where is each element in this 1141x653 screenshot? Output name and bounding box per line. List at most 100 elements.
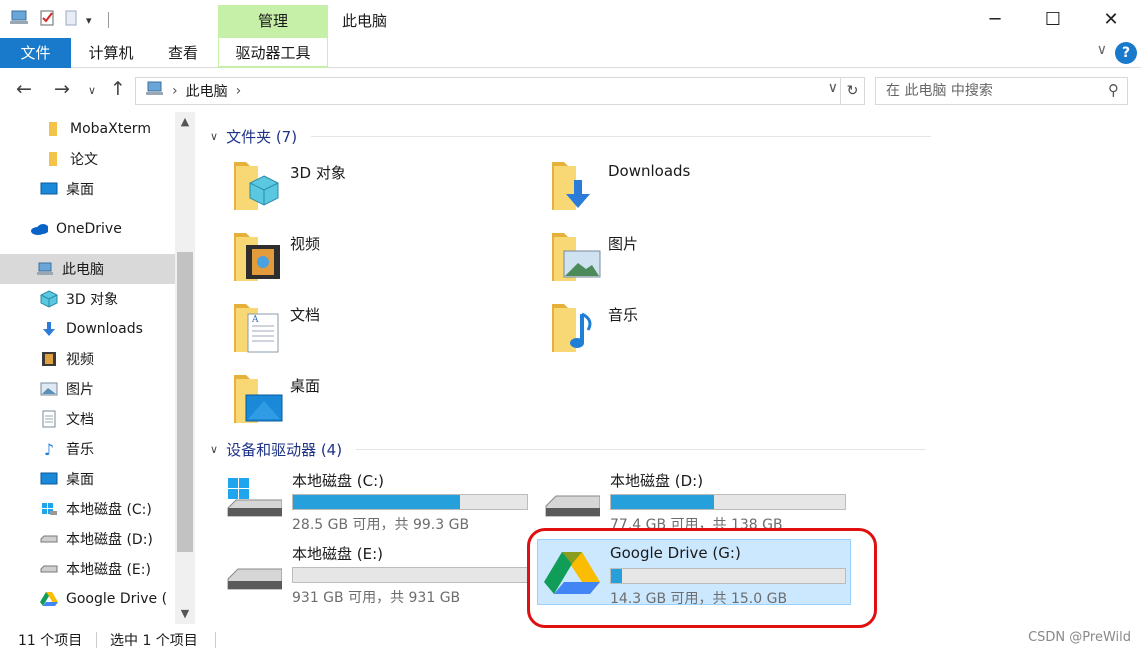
properties-icon[interactable]: [38, 9, 56, 31]
svg-text:A: A: [251, 315, 259, 325]
folder-label: 音乐: [608, 306, 639, 324]
search-box[interactable]: ⚲: [875, 77, 1128, 105]
nav-pane-scrollbar[interactable]: ▲ ▼: [175, 112, 195, 624]
maximize-button[interactable]: ☐: [1024, 0, 1082, 38]
context-tab-header: 管理: [218, 5, 328, 38]
window-title: 此电脑: [342, 12, 388, 30]
breadcrumb: › 此电脑 ›: [146, 81, 241, 101]
nav-item-label: 图片: [66, 382, 94, 398]
ribbon-tabs: 文件 计算机 查看 驱动器工具: [0, 38, 1141, 68]
3d-objects-folder-icon: [234, 158, 284, 214]
folder-item-downloads[interactable]: Downloads: [552, 158, 852, 224]
expand-ribbon-icon[interactable]: ∨: [1097, 42, 1107, 58]
group-header-devices[interactable]: ∨ 设备和驱动器 (4): [210, 439, 927, 460]
forward-arrow-icon[interactable]: →: [54, 78, 70, 100]
scroll-up-icon[interactable]: ▲: [175, 112, 195, 132]
up-arrow-icon[interactable]: ↑: [110, 78, 126, 100]
drive-usage-bar: [610, 494, 846, 510]
drive-usage-bar: [292, 567, 528, 583]
refresh-icon[interactable]: ↻: [840, 78, 864, 104]
nav-item-label: 桌面: [66, 182, 94, 198]
nav-item-videos[interactable]: 视频: [0, 344, 175, 374]
3d-objects-icon: [40, 290, 58, 308]
drive-usage-bar: [292, 494, 528, 510]
status-bar: 11 个项目 选中 1 个项目 CSDN @PreWild: [0, 626, 1141, 653]
nav-item-label: 音乐: [66, 442, 94, 458]
minimize-icon: ─: [989, 8, 1001, 30]
nav-item-this-pc[interactable]: 此电脑: [0, 254, 175, 284]
nav-item-drive-c[interactable]: 本地磁盘 (C:): [0, 494, 175, 524]
recent-locations-icon[interactable]: ∨: [88, 84, 96, 97]
nav-item-google-drive[interactable]: Google Drive (: [0, 584, 175, 614]
folder-item-3d-objects[interactable]: 3D 对象: [234, 158, 534, 224]
scroll-down-icon[interactable]: ▼: [175, 604, 195, 624]
group-divider: [311, 136, 932, 137]
desktop-icon: [40, 471, 58, 487]
nav-item-label: OneDrive: [56, 221, 122, 237]
breadcrumb-separator[interactable]: ›: [172, 83, 178, 99]
nav-item-desktop[interactable]: 桌面: [0, 174, 175, 204]
new-folder-icon[interactable]: [64, 9, 78, 31]
tab-computer[interactable]: 计算机: [80, 38, 142, 68]
folder-item-documents[interactable]: A 文档: [234, 300, 534, 366]
navigation-pane: MobaXterm 论文 桌面 OneDrive 此电脑 3D 对象 Downl…: [0, 112, 197, 624]
drive-name: 本地磁盘 (E:): [292, 545, 384, 563]
computer-icon: [10, 9, 30, 31]
download-icon: [40, 321, 58, 337]
nav-item-drive-d[interactable]: 本地磁盘 (D:): [0, 524, 175, 554]
folder-item-videos[interactable]: 视频: [234, 229, 534, 295]
hard-drive-icon: [544, 476, 601, 522]
nav-item-paper[interactable]: 论文: [0, 144, 175, 174]
video-icon: [40, 351, 58, 367]
drive-usage-fill: [611, 495, 714, 509]
pictures-folder-icon: [552, 229, 602, 285]
folder-label: 图片: [608, 235, 639, 253]
help-button[interactable]: ?: [1115, 42, 1137, 64]
folder-item-desktop[interactable]: 桌面: [234, 371, 534, 437]
title-bar: ▾ 管理 此电脑 ─ ☐ ✕: [0, 0, 1141, 38]
folder-item-music[interactable]: 音乐: [552, 300, 852, 366]
nav-item-label: 此电脑: [62, 262, 104, 278]
close-button[interactable]: ✕: [1082, 0, 1140, 38]
drive-name: 本地磁盘 (D:): [610, 472, 704, 490]
folder-item-pictures[interactable]: 图片: [552, 229, 852, 295]
desktop-folder-icon: [234, 371, 284, 427]
maximize-icon: ☐: [1044, 8, 1062, 30]
nav-item-downloads[interactable]: Downloads: [0, 314, 175, 344]
back-arrow-icon[interactable]: ←: [16, 78, 32, 100]
tab-view[interactable]: 查看: [160, 38, 206, 68]
search-input[interactable]: [886, 78, 1106, 104]
breadcrumb-separator[interactable]: ›: [236, 83, 242, 99]
drive-item-d[interactable]: 本地磁盘 (D:) 77.4 GB 可用，共 138 GB: [538, 466, 860, 533]
collapse-chevron-icon[interactable]: ∨: [210, 443, 218, 456]
address-dropdown-icon[interactable]: ∨: [828, 80, 838, 96]
tab-drive-tools[interactable]: 驱动器工具: [218, 38, 328, 68]
status-divider: [215, 632, 216, 648]
nav-item-onedrive[interactable]: OneDrive: [0, 214, 175, 244]
google-drive-icon: [40, 591, 58, 607]
collapse-chevron-icon[interactable]: ∨: [210, 130, 218, 143]
status-divider: [96, 632, 97, 648]
nav-item-drive-e[interactable]: 本地磁盘 (E:): [0, 554, 175, 584]
minimize-button[interactable]: ─: [966, 0, 1024, 38]
scrollbar-thumb[interactable]: [177, 252, 193, 552]
folder-label: Downloads: [608, 162, 691, 180]
address-bar[interactable]: › 此电脑 › ∨ ↻: [135, 77, 865, 105]
nav-item-label: 视频: [66, 352, 94, 368]
customize-toolbar-icon[interactable]: ▾: [86, 14, 92, 27]
nav-item-desktop-2[interactable]: 桌面: [0, 464, 175, 494]
nav-item-3d-objects[interactable]: 3D 对象: [0, 284, 175, 314]
breadcrumb-item-this-pc[interactable]: 此电脑: [186, 81, 228, 101]
group-title: 设备和驱动器 (4): [226, 441, 343, 459]
videos-folder-icon: [234, 229, 284, 285]
tab-file[interactable]: 文件: [0, 38, 71, 68]
nav-item-documents[interactable]: 文档: [0, 404, 175, 434]
nav-item-label: 桌面: [66, 472, 94, 488]
group-header-folders[interactable]: ∨ 文件夹 (7): [210, 126, 932, 147]
folder-label: 视频: [290, 235, 321, 253]
drive-item-c[interactable]: 本地磁盘 (C:) 28.5 GB 可用，共 99.3 GB: [220, 466, 542, 533]
nav-item-mobaxterm[interactable]: MobaXterm: [0, 114, 175, 144]
nav-item-music[interactable]: ♪ 音乐: [0, 434, 175, 464]
drive-item-e[interactable]: 本地磁盘 (E:) 931 GB 可用，共 931 GB: [220, 539, 542, 606]
nav-item-pictures[interactable]: 图片: [0, 374, 175, 404]
